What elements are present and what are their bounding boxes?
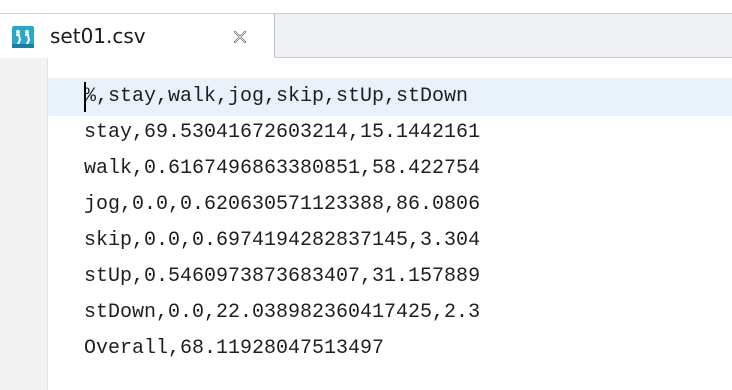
code-lines: %,stay,walk,jog,skip,stUp,stDown stay,69… [84,79,480,367]
code-line[interactable]: stUp,0.5460973873683407,31.157889 [84,259,480,295]
code-line[interactable]: Overall,68.11928047513497 [84,331,480,367]
text-caret [84,82,86,112]
code-line[interactable]: stay,69.53041672603214,15.1442161 [84,115,480,151]
editor-tab-bar: set01.csv [0,13,732,59]
tab-set01-csv[interactable]: set01.csv [0,14,275,59]
text-editor[interactable]: %,stay,walk,jog,skip,stUp,stDown stay,69… [0,58,732,390]
code-line[interactable]: %,stay,walk,jog,skip,stUp,stDown [84,79,480,115]
code-line[interactable]: stDown,0.0,22.038982360417425,2.3 [84,295,480,331]
tab-label: set01.csv [50,24,146,48]
code-line[interactable]: skip,0.0,0.6974194282837145,3.304 [84,223,480,259]
close-icon[interactable] [232,29,248,45]
window-top-strip [0,0,732,13]
code-line[interactable]: walk,0.6167496863380851,58.422754 [84,151,480,187]
csv-file-icon [12,26,34,48]
editor-gutter [0,58,48,390]
code-line[interactable]: jog,0.0,0.620630571123388,86.0806 [84,187,480,223]
